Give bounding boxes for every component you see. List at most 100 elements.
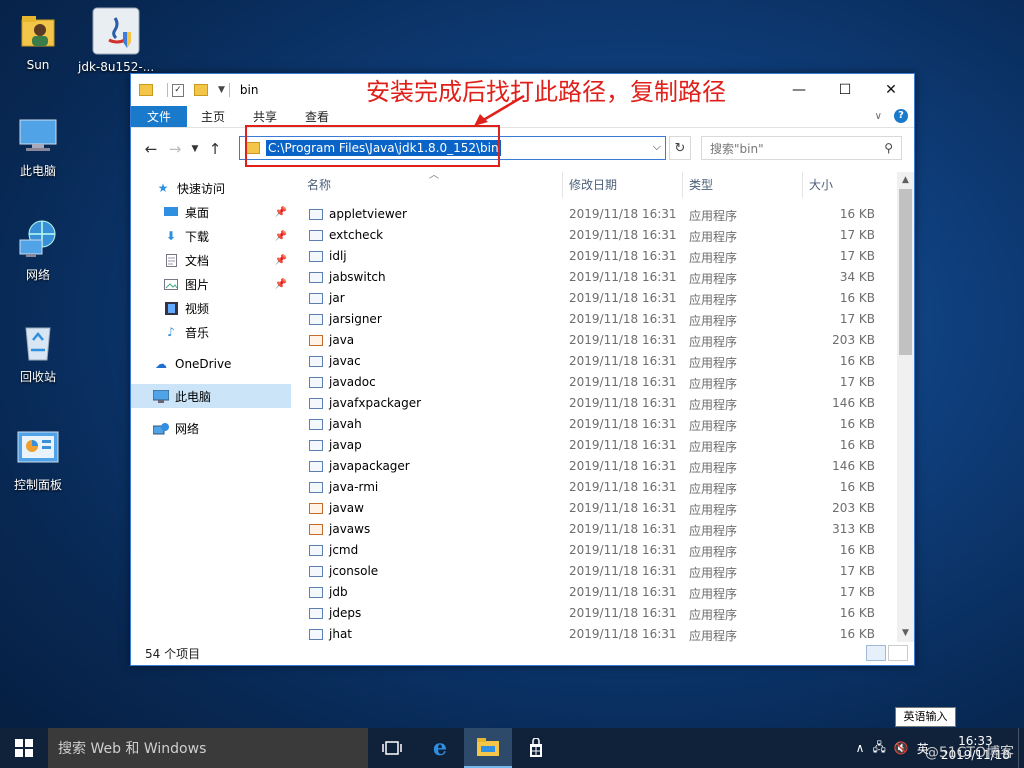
desktop-icon-control-panel[interactable]: 控制面板 (0, 428, 76, 493)
help-icon[interactable]: ? (894, 109, 908, 123)
forward-arrow-icon[interactable]: → (163, 140, 187, 158)
divider (167, 83, 168, 97)
table-row[interactable]: appletviewer 2019/11/18 16:31 应用程序 16 KB (291, 204, 899, 225)
store-button[interactable] (512, 728, 560, 768)
table-row[interactable]: jarsigner 2019/11/18 16:31 应用程序 17 KB (291, 309, 899, 330)
application-icon (309, 293, 323, 304)
nav-network[interactable]: 网络 (131, 416, 291, 440)
column-header-date[interactable]: 修改日期 (563, 172, 683, 198)
quick-access-toolbar-dropdown-icon[interactable]: ▼ (218, 85, 225, 95)
tab-share[interactable]: 共享 (239, 106, 291, 127)
back-arrow-icon[interactable]: ← (139, 140, 163, 158)
table-row[interactable]: extcheck 2019/11/18 16:31 应用程序 17 KB (291, 225, 899, 246)
nav-item-documents[interactable]: 文档 📌 (131, 248, 291, 272)
pin-icon[interactable]: 📌 (275, 255, 287, 266)
file-date: 2019/11/18 16:31 (569, 606, 677, 620)
column-header-size[interactable]: 大小 (803, 172, 881, 198)
table-row[interactable]: jabswitch 2019/11/18 16:31 应用程序 34 KB (291, 267, 899, 288)
network-status-icon[interactable]: 🖧 (872, 738, 885, 759)
table-row[interactable]: java-rmi 2019/11/18 16:31 应用程序 16 KB (291, 477, 899, 498)
table-row[interactable]: javadoc 2019/11/18 16:31 应用程序 17 KB (291, 372, 899, 393)
desktop-icon-network[interactable]: 网络 (0, 218, 76, 283)
table-row[interactable]: jdb 2019/11/18 16:31 应用程序 17 KB (291, 582, 899, 603)
scroll-up-icon[interactable]: ▲ (897, 172, 914, 189)
application-icon (309, 272, 323, 283)
desktop-icon-sun[interactable]: Sun (0, 10, 76, 72)
file-date: 2019/11/18 16:31 (569, 585, 677, 599)
table-row[interactable]: javafxpackager 2019/11/18 16:31 应用程序 146 KB (291, 393, 899, 414)
scrollbar-thumb[interactable] (899, 189, 912, 355)
pin-icon[interactable]: 📌 (275, 279, 287, 290)
file-date: 2019/11/18 16:31 (569, 627, 677, 641)
tab-view[interactable]: 查看 (291, 106, 343, 127)
task-view-button[interactable] (368, 728, 416, 768)
vertical-scrollbar[interactable]: ▲ ▼ (897, 172, 914, 642)
table-row[interactable]: javah 2019/11/18 16:31 应用程序 16 KB (291, 414, 899, 435)
nav-quick-access[interactable]: ★ 快速访问 (131, 176, 291, 200)
close-button[interactable]: ✕ (868, 74, 914, 106)
taskbar-search-input[interactable]: 搜索 Web 和 Windows (48, 728, 368, 768)
pin-icon[interactable]: 📌 (275, 231, 287, 242)
new-folder-icon[interactable] (194, 84, 208, 96)
properties-icon[interactable]: ✓ (172, 83, 184, 97)
chevron-down-icon[interactable]: ⌵ (653, 140, 661, 154)
table-row[interactable]: javac 2019/11/18 16:31 应用程序 16 KB (291, 351, 899, 372)
ribbon-right: ∨ ? (875, 109, 908, 123)
search-icon[interactable]: ⚲ (884, 141, 893, 155)
tab-home[interactable]: 主页 (187, 106, 239, 127)
edge-button[interactable]: e (416, 728, 464, 768)
search-input[interactable]: 搜索"bin" ⚲ (701, 136, 902, 160)
large-icons-view-icon[interactable] (888, 645, 908, 661)
show-hidden-icons-icon[interactable]: ∧ (856, 741, 865, 755)
nav-item-desktop[interactable]: 桌面 📌 (131, 200, 291, 224)
table-row[interactable]: jconsole 2019/11/18 16:31 应用程序 17 KB (291, 561, 899, 582)
nav-item-videos[interactable]: 视频 (131, 296, 291, 320)
minimize-button[interactable]: — (776, 74, 822, 106)
table-row[interactable]: jcmd 2019/11/18 16:31 应用程序 16 KB (291, 540, 899, 561)
table-row[interactable]: javapackager 2019/11/18 16:31 应用程序 146 KB (291, 456, 899, 477)
desktop-icon-this-pc[interactable]: 此电脑 (0, 114, 76, 179)
tab-file[interactable]: 文件 (131, 106, 188, 127)
column-headers: ︿ 名称 修改日期 类型 大小 (291, 170, 899, 198)
nav-item-pictures[interactable]: 图片 📌 (131, 272, 291, 296)
scroll-down-icon[interactable]: ▼ (897, 625, 914, 642)
table-row[interactable]: idlj 2019/11/18 16:31 应用程序 17 KB (291, 246, 899, 267)
expand-ribbon-icon[interactable]: ∨ (875, 111, 882, 122)
pin-icon[interactable]: 📌 (275, 207, 287, 218)
file-name: java (329, 333, 355, 347)
nav-label: 网络 (175, 421, 200, 436)
table-row[interactable]: jar 2019/11/18 16:31 应用程序 16 KB (291, 288, 899, 309)
table-row[interactable]: javaw 2019/11/18 16:31 应用程序 203 KB (291, 498, 899, 519)
java-app-icon (309, 335, 323, 346)
nav-item-downloads[interactable]: ⬇ 下载 📌 (131, 224, 291, 248)
table-row[interactable]: javap 2019/11/18 16:31 应用程序 16 KB (291, 435, 899, 456)
item-count: 54 个项目 (145, 646, 201, 661)
taskbar: 搜索 Web 和 Windows e ∧ 🖧 🔇 英 16:33 2019/11… (0, 728, 1024, 768)
table-row[interactable]: java 2019/11/18 16:31 应用程序 203 KB (291, 330, 899, 351)
maximize-button[interactable]: ☐ (822, 74, 868, 106)
details-view-icon[interactable] (866, 645, 886, 661)
nav-this-pc[interactable]: 此电脑 (131, 384, 291, 408)
nav-item-music[interactable]: ♪ 音乐 (131, 320, 291, 344)
table-row[interactable]: javaws 2019/11/18 16:31 应用程序 313 KB (291, 519, 899, 540)
column-header-name[interactable]: 名称 (301, 172, 563, 198)
recent-locations-icon[interactable]: ▼ (187, 144, 203, 154)
refresh-button[interactable]: ↻ (669, 136, 691, 160)
file-explorer-button[interactable] (464, 728, 512, 768)
column-header-type[interactable]: 类型 (683, 172, 803, 198)
volume-muted-icon[interactable]: 🔇 (894, 741, 909, 755)
show-desktop-button[interactable] (1018, 728, 1024, 768)
nav-onedrive[interactable]: ☁ OneDrive (131, 352, 291, 376)
file-type: 应用程序 (689, 461, 738, 475)
up-arrow-icon[interactable]: ↑ (203, 140, 227, 158)
file-size: 34 KB (839, 270, 875, 284)
file-type: 应用程序 (689, 566, 738, 580)
file-date: 2019/11/18 16:31 (569, 375, 677, 389)
desktop-icon-jdk-installer[interactable]: jdk-8u152-... (78, 6, 154, 74)
application-icon (309, 608, 323, 619)
window-title: bin (239, 83, 259, 97)
start-button[interactable] (0, 728, 48, 768)
file-date: 2019/11/18 16:31 (569, 333, 677, 347)
table-row[interactable]: jdeps 2019/11/18 16:31 应用程序 16 KB (291, 603, 899, 624)
desktop-icon-recycle-bin[interactable]: 回收站 (0, 320, 76, 385)
